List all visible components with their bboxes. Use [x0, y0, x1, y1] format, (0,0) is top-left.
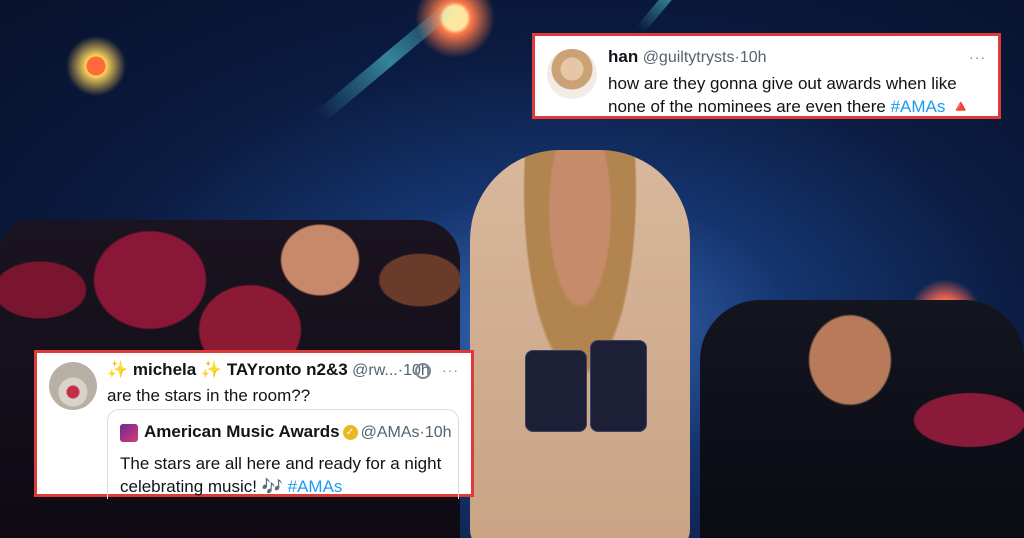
grok-icon[interactable]: [415, 363, 431, 379]
tweet-author-name[interactable]: han: [608, 47, 638, 66]
traffic-cone-emoji: 🔺: [950, 97, 972, 116]
stage-light-beam: [315, 0, 463, 123]
quoted-timestamp[interactable]: 10h: [425, 424, 452, 441]
more-options-icon[interactable]: ···: [969, 49, 986, 65]
tweet-body: how are they gonna give out awards when …: [608, 72, 988, 118]
quoted-text: celebrating music! 🎶: [120, 477, 288, 496]
lead-performer: [470, 150, 690, 538]
tweet-author-handle[interactable]: @rw...: [352, 362, 398, 379]
quoted-author-handle[interactable]: @AMAs: [361, 424, 420, 441]
tweet-timestamp[interactable]: 10h: [740, 49, 767, 66]
tweet-text: are the stars in the room??: [107, 386, 311, 405]
tweet-author-handle[interactable]: @guiltytrysts: [643, 49, 735, 66]
hashtag-link[interactable]: #AMAs: [891, 97, 946, 116]
quoted-text-line: celebrating music! 🎶 #AMAs: [120, 475, 441, 498]
quoted-tweet[interactable]: American Music Awards ✓ @AMAs·10h The star…: [107, 409, 459, 499]
more-options-icon[interactable]: ···: [442, 362, 459, 378]
avatar[interactable]: [49, 362, 97, 410]
backup-dancers-right: [700, 300, 1024, 538]
tweet-author-name[interactable]: ✨ michela ✨ TAYronto n2&3: [107, 360, 348, 379]
quoted-author-name[interactable]: American Music Awards: [144, 422, 340, 441]
ama-logo-icon: [120, 423, 138, 442]
hashtag-link[interactable]: #AMAs: [288, 477, 343, 496]
tweet-card-top[interactable]: han @guiltytrysts·10h ··· how are they g…: [532, 33, 1001, 119]
quoted-text-line: The stars are all here and ready for a n…: [120, 454, 442, 473]
tweet-card-bottom[interactable]: ✨ michela ✨ TAYronto n2&3 @rw...·10h ···…: [34, 350, 474, 499]
avatar[interactable]: [547, 49, 597, 99]
verified-badge-icon: ✓: [342, 425, 358, 441]
stage-light-beam: [636, 0, 702, 34]
